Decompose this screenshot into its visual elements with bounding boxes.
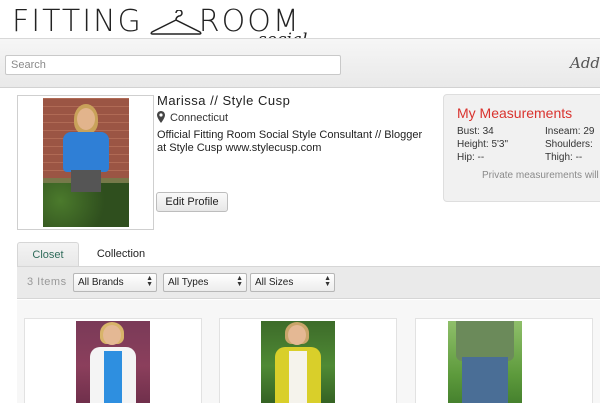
type-filter-value: All Types [168, 277, 209, 288]
profile-photo [43, 98, 129, 227]
type-filter-select[interactable]: All Types ▲ ▼ [163, 273, 247, 292]
tab-collection[interactable]: Collection [90, 242, 152, 267]
select-arrows-icon: ▲ ▼ [236, 275, 243, 288]
closet-item-card[interactable] [415, 318, 593, 403]
items-count: 3 Items [27, 276, 67, 288]
edit-profile-button[interactable]: Edit Profile [156, 192, 228, 212]
search-bar: Add + [0, 38, 600, 88]
closet-item-image[interactable] [76, 321, 150, 403]
closet-item-card[interactable] [219, 318, 397, 403]
add-link[interactable]: Add + [570, 54, 600, 72]
measure-shoulders: Shoulders: [545, 139, 593, 150]
closet-item-image[interactable] [448, 321, 522, 403]
measure-bust: Bust: 34 [457, 126, 494, 137]
search-input[interactable] [5, 55, 341, 75]
select-arrows-icon: ▲ ▼ [324, 275, 331, 288]
measurements-privacy-note: Private measurements will c [482, 170, 600, 181]
measurements-panel: My Measurements Bust: 34 Height: 5'3" Hi… [443, 94, 600, 202]
profile-bio: Official Fitting Room Social Style Consu… [157, 129, 423, 154]
location-text: Connecticut [170, 112, 229, 124]
measure-thigh: Thigh: -- [545, 152, 583, 163]
profile-name: Marissa // Style Cusp [157, 93, 291, 108]
closet-item-image[interactable] [261, 321, 335, 403]
size-filter-value: All Sizes [255, 277, 294, 288]
brand-filter-select[interactable]: All Brands ▲ ▼ [73, 273, 157, 292]
size-filter-select[interactable]: All Sizes ▲ ▼ [250, 273, 335, 292]
closet-item-card[interactable] [24, 318, 202, 403]
filter-bar: 3 Items All Brands ▲ ▼ All Types ▲ ▼ All S… [17, 267, 600, 299]
measurements-title: My Measurements [457, 105, 573, 121]
logo-word-fitting: FITTING [12, 4, 143, 39]
tab-closet[interactable]: Closet [17, 242, 79, 267]
brand-filter-value: All Brands [78, 277, 124, 288]
measure-inseam: Inseam: 29 [545, 126, 595, 137]
location-pin-icon [157, 111, 165, 123]
measure-hip: Hip: -- [457, 152, 485, 163]
profile-location: Connecticut [157, 111, 228, 124]
measure-height: Height: 5'3" [457, 139, 509, 150]
select-arrows-icon: ▲ ▼ [146, 275, 153, 288]
hanger-icon [150, 10, 202, 35]
profile-photo-frame [17, 95, 154, 230]
